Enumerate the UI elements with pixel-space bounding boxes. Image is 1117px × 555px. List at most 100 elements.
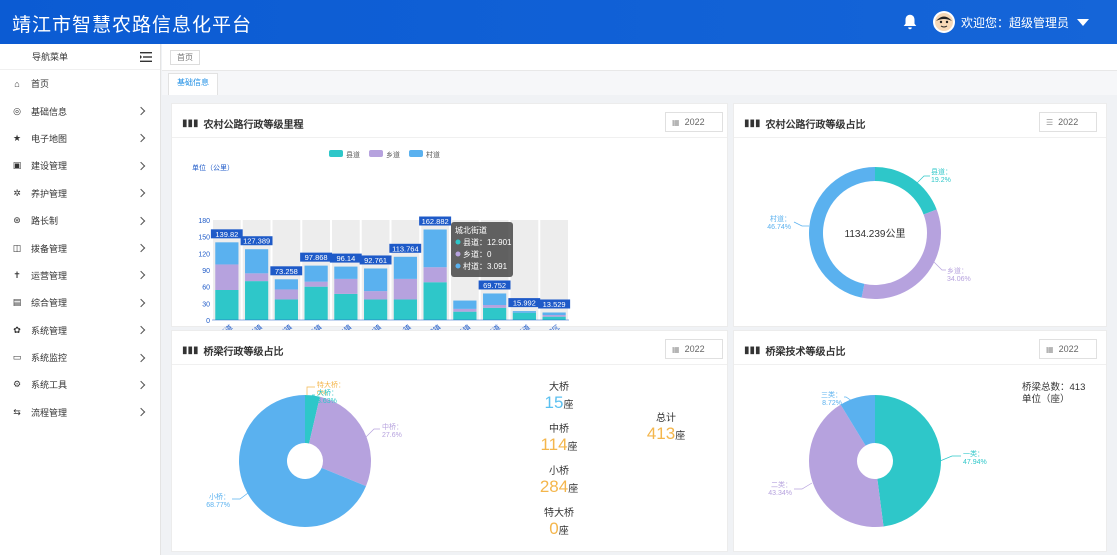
breadcrumb[interactable]: 首页 [170, 50, 200, 65]
year-picker[interactable]: ▦ 2022 [1039, 339, 1097, 359]
total-label: 113.764 [392, 244, 419, 253]
tooltip-row: 村道：3.091 [463, 261, 508, 271]
sidebar-item-label: 综合管理 [31, 298, 68, 309]
bar-segment [483, 307, 507, 320]
bar-segment [542, 316, 566, 320]
bar-segment [364, 291, 388, 300]
legend-label: 村道 [426, 150, 440, 159]
bar-segment [245, 281, 269, 320]
sidebar-item[interactable]: ★ 电子地图 [0, 125, 160, 152]
sidebar-item-label: 系统管理 [31, 325, 68, 336]
bell-icon[interactable] [901, 13, 919, 31]
panel-header: ▮▮▮ 桥梁技术等级占比 ▦ 2022 [734, 331, 1106, 365]
stat-large-bridge: 大桥 15座 [544, 382, 574, 412]
menu-toggle-icon[interactable] [140, 51, 152, 62]
label-line [306, 386, 315, 395]
chevron-down-icon[interactable] [1077, 18, 1089, 26]
user-name[interactable]: 超级管理员 [1009, 14, 1069, 31]
sidebar-item[interactable]: ⚙ 系统工具 [0, 371, 160, 398]
year-picker[interactable]: ☰ 2022 [1039, 112, 1097, 132]
slice-label: 中桥： [382, 422, 403, 431]
user-area[interactable]: 欢迎您： 超级管理员 [901, 11, 1089, 33]
bar-segment [393, 299, 417, 320]
sidebar-item[interactable]: ▤ 综合管理 [0, 289, 160, 316]
stat-super-bridge: 特大桥 0座 [544, 508, 574, 538]
slice-label: 二类： [771, 480, 792, 489]
menu-icon: ⇆ [13, 406, 21, 417]
legend-label: 县道 [346, 150, 360, 159]
slice-percent: 68.77% [206, 502, 230, 509]
chevron-right-icon [136, 106, 146, 116]
menu-icon: ⊛ [13, 215, 21, 226]
tab-basic-info[interactable]: 基础信息 [168, 73, 218, 95]
bar-segment [245, 273, 269, 282]
panel-title: 农村公路行政等级里程 [203, 120, 304, 131]
sidebar-item[interactable]: ▭ 系统监控 [0, 344, 160, 371]
year-picker[interactable]: ▦ 2022 [665, 339, 723, 359]
label-line [794, 482, 813, 490]
sidebar-item[interactable]: ✝ 运营管理 [0, 262, 160, 289]
total-label: 127.389 [243, 237, 270, 246]
chevron-right-icon [136, 298, 146, 308]
chevron-right-icon [136, 243, 146, 253]
sidebar-item-label: 系统工具 [31, 380, 68, 391]
sidebar-item[interactable]: ✿ 系统管理 [0, 317, 160, 344]
slice-label: 一类： [963, 449, 984, 458]
slice-percent: 43.34% [768, 490, 792, 497]
sidebar-item-label: 基础信息 [31, 106, 68, 117]
menu-icon: ▭ [12, 352, 22, 363]
avatar-face-icon [934, 13, 953, 31]
y-tick-label: 120 [198, 251, 210, 258]
label-line [933, 261, 946, 271]
label-line [844, 396, 853, 402]
sidebar-item-label: 系统监控 [31, 353, 68, 364]
bar-segment [215, 290, 239, 320]
chevron-right-icon [136, 161, 146, 171]
bar-segment [483, 305, 507, 308]
breadcrumb-bar: 首页 [162, 44, 1117, 71]
bar-segment [304, 265, 328, 282]
label-line [915, 175, 930, 185]
sidebar-item[interactable]: ⊛ 路长制 [0, 207, 160, 234]
y-axis-label: 单位（公里） [192, 163, 234, 172]
bar-chart-icon: ▮▮▮ [744, 345, 761, 356]
sidebar-item[interactable]: ◎ 基础信息 [0, 97, 160, 124]
panel-title: 桥梁技术等级占比 [765, 347, 846, 358]
bar-segment [215, 242, 239, 265]
y-tick-label: 0 [206, 318, 210, 325]
avatar[interactable] [932, 11, 955, 33]
label-line [793, 221, 809, 227]
menu-icon: ✝ [13, 269, 21, 280]
total-label: 139.82 [215, 230, 238, 239]
year-picker[interactable]: ▦ 2022 [665, 112, 723, 132]
slice-label: 小桥： [209, 492, 230, 501]
label-line [232, 492, 249, 500]
welcome-text: 欢迎您： [960, 15, 1009, 30]
legend-label: 乡道 [386, 150, 400, 159]
slice-label: 村道： [770, 214, 791, 223]
sidebar-item[interactable]: ✲ 养护管理 [0, 180, 160, 207]
bar-segment [453, 308, 477, 312]
bar-segment [393, 278, 417, 300]
bar-chart-icon: ▮▮▮ [182, 118, 199, 129]
total-label: 96.14 [336, 254, 355, 263]
chevron-right-icon [136, 325, 146, 335]
total-label: 73.258 [275, 267, 298, 276]
panel-bridge-tech-ratio: ▮▮▮ 桥梁技术等级占比 ▦ 2022 桥梁总数：413 单位（座） 一类： 47.9… [733, 330, 1107, 552]
sidebar-item[interactable]: ◫ 拨备管理 [0, 234, 160, 261]
bar-segment [483, 293, 507, 305]
legend-swatch [329, 150, 343, 157]
total-label: 13.529 [543, 300, 566, 309]
slice-percent: 34.06% [947, 276, 971, 283]
sidebar-item[interactable]: ⌂ 首页 [0, 70, 160, 97]
sidebar-item[interactable]: ▣ 建设管理 [0, 152, 160, 179]
slice-percent: 19.2% [931, 177, 951, 184]
donut-center-label: 1134.239公里 [845, 228, 906, 240]
stat-medium-bridge: 中桥 114座 [540, 424, 578, 454]
menu-icon: ▤ [12, 297, 22, 308]
total-label: 162.882 [422, 217, 449, 226]
slice-label: 县道： [931, 167, 952, 176]
bar-segment [245, 249, 269, 274]
sidebar-item[interactable]: ⇆ 流程管理 [0, 399, 160, 426]
bar-segment [364, 299, 388, 320]
